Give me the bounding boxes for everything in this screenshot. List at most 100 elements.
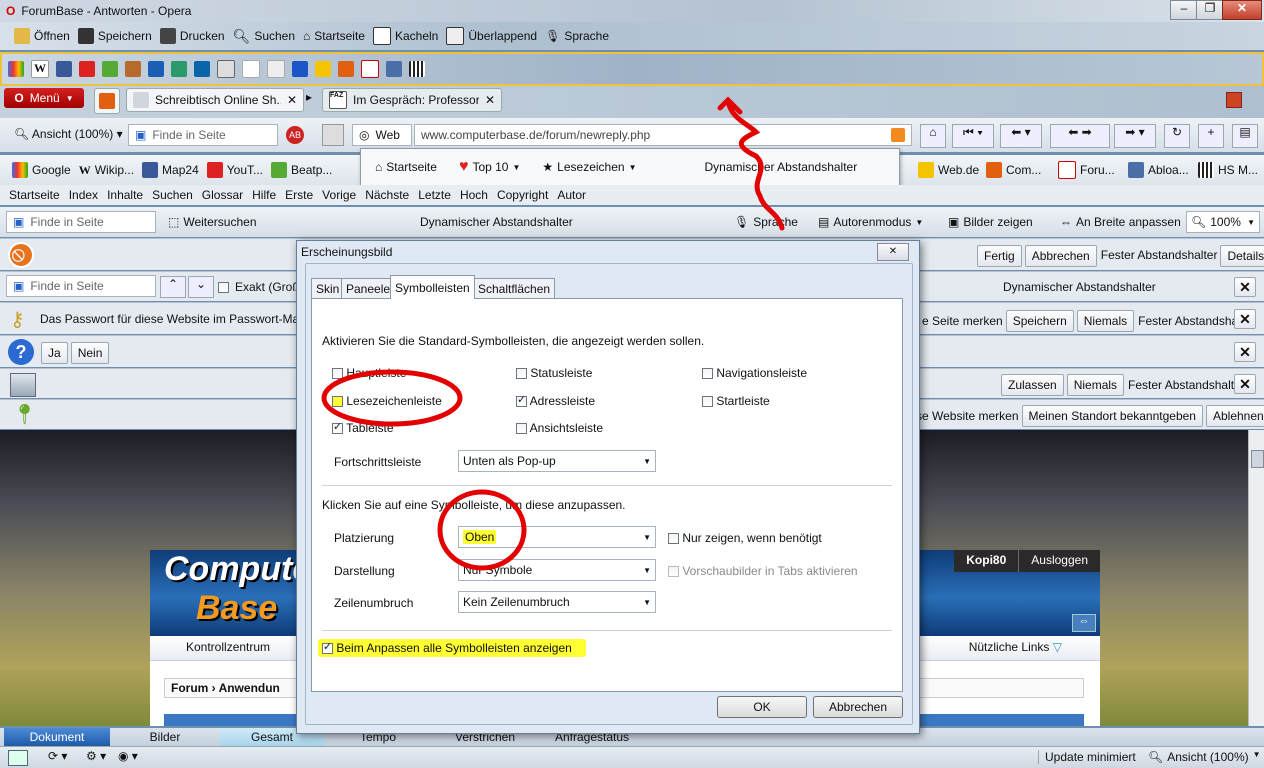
continue-search-button[interactable]: ⬚ Weitersuchen — [164, 212, 261, 232]
wikipedia-icon[interactable]: W — [31, 60, 49, 78]
bookmark-map24[interactable]: Map24 — [138, 160, 203, 180]
tab-skin[interactable]: Skin — [311, 278, 345, 299]
tab-images[interactable]: Bilder — [112, 728, 218, 746]
nav-link[interactable]: Autor — [557, 188, 586, 202]
panel-toggle-icon[interactable] — [8, 750, 28, 766]
checkbox[interactable] — [516, 423, 527, 435]
check-only-needed[interactable]: Nur zeigen, wenn benötigt — [668, 531, 822, 545]
bookmark-beatport[interactable]: Beatp... — [267, 160, 336, 180]
search-button[interactable]: 🔍︎ Suchen — [229, 26, 299, 46]
network-icon[interactable]: ⚙ ▾ — [86, 749, 106, 763]
fit-width-button[interactable]: ⇔ An Breite anpassen — [1056, 212, 1185, 232]
rss-icon[interactable] — [891, 128, 905, 142]
checkbox[interactable] — [702, 368, 713, 380]
save-button[interactable]: Speichern — [74, 26, 156, 46]
author-mode-button[interactable]: ▤ Autorenmodus ▼ — [814, 212, 927, 232]
status-view-menu[interactable]: 🔍︎ Ansicht (100%) ▼ — [1148, 750, 1261, 764]
check-view-bar[interactable]: Ansichtsleiste — [516, 421, 603, 435]
nav-link[interactable]: Suchen — [152, 188, 193, 202]
sync-icon[interactable]: ⟳ ▾ — [48, 749, 67, 763]
checkbox[interactable] — [516, 393, 527, 408]
tab-buttons[interactable]: Schaltflächen — [473, 278, 556, 299]
popup-top10[interactable]: ♥ Top 10 ▼ — [455, 157, 524, 177]
trash-tabs-icon[interactable] — [1226, 92, 1242, 108]
find-bar-2-input[interactable]: ▣ Finde in Seite — [6, 275, 156, 297]
grid-icon[interactable] — [409, 61, 425, 77]
transfer-icon[interactable] — [125, 61, 141, 77]
view-menu-button[interactable]: 🔍︎ Ansicht (100%) ▾ — [14, 127, 123, 141]
webde-icon[interactable] — [315, 61, 331, 77]
bookmark-forum[interactable]: Foru... — [1054, 160, 1119, 180]
ebay-icon[interactable] — [242, 60, 260, 78]
logout-link[interactable]: Ausloggen — [1018, 550, 1100, 572]
home-icon[interactable]: ⌂ — [920, 124, 946, 148]
show-images-button[interactable]: ▣ Bilder zeigen — [944, 212, 1037, 232]
computerbase-icon[interactable] — [338, 61, 354, 77]
no-button[interactable]: Nein — [70, 342, 110, 364]
search-engine-select[interactable]: ◎ Web — [352, 124, 412, 146]
close-icon[interactable]: ✕ — [1234, 277, 1256, 297]
check-tab-bar[interactable]: Tableiste — [332, 420, 394, 435]
x-icon[interactable] — [148, 61, 164, 77]
close-icon[interactable]: ✕ — [1234, 342, 1256, 362]
checkbox[interactable] — [516, 368, 527, 380]
euro-icon[interactable] — [194, 61, 210, 77]
tab-1[interactable]: Schreibtisch Online Sh... ✕ — [126, 88, 304, 112]
details-button[interactable]: Details... — [1220, 245, 1264, 267]
share-location-button[interactable]: Meinen Standort bekanntgeben — [1021, 405, 1203, 427]
check-start-bar[interactable]: Startleiste — [702, 394, 770, 408]
cancel-button[interactable]: Abbrechen — [1024, 245, 1097, 267]
tab-document[interactable]: Dokument — [4, 728, 110, 746]
close-icon[interactable]: ✕ — [877, 243, 909, 261]
nav-link[interactable]: Erste — [285, 188, 313, 202]
close-icon[interactable]: ✕ — [1234, 309, 1256, 329]
g-icon[interactable] — [292, 61, 308, 77]
check-status-bar[interactable]: Statusleiste — [516, 366, 592, 380]
speed-dial-tab[interactable] — [94, 88, 120, 114]
print-button[interactable]: Drucken — [156, 26, 229, 46]
scroll-thumb[interactable] — [1251, 450, 1264, 468]
youtube-icon[interactable] — [79, 61, 95, 77]
popup-bookmarks[interactable]: ★ Lesezeichen ▼ — [538, 157, 640, 177]
bookmark-computerbase[interactable]: Com... — [982, 160, 1045, 180]
popup-home[interactable]: ⌂ Startseite — [371, 157, 441, 177]
close-icon[interactable]: ✕ — [287, 93, 297, 107]
zoom-select[interactable]: 🔍︎ 100% ▼ — [1186, 211, 1260, 233]
never-button[interactable]: Niemals — [1066, 374, 1125, 396]
update-status[interactable]: Update minimiert — [1038, 750, 1136, 764]
scrollbar[interactable] — [1248, 430, 1264, 726]
nav-link[interactable]: Nächste — [365, 188, 409, 202]
turbo-icon[interactable]: ◉ ▾ — [118, 749, 138, 763]
open-button[interactable]: Öffnen — [10, 26, 74, 46]
bookmark-hsm[interactable]: HS M... — [1194, 160, 1262, 180]
checkbox[interactable] — [702, 396, 713, 408]
add-icon[interactable]: + — [1198, 124, 1224, 148]
nav-link[interactable]: Glossar — [202, 188, 243, 202]
back-button[interactable]: ⬅ ▾ — [1000, 124, 1042, 148]
tab-2[interactable]: FAZ Im Gespräch: Professor... ✕ — [322, 88, 502, 112]
nav-link[interactable]: Vorige — [322, 188, 356, 202]
restore-button[interactable]: ❐ — [1196, 0, 1224, 20]
url-input[interactable]: www.computerbase.de/forum/newreply.php — [414, 124, 912, 146]
minimize-button[interactable]: – — [1170, 0, 1198, 20]
done-button[interactable]: Fertig — [977, 245, 1022, 267]
cascade-button[interactable]: Überlappend — [442, 26, 541, 46]
heise-icon[interactable] — [361, 60, 379, 78]
phone-icon[interactable] — [217, 60, 235, 78]
resize-icon[interactable]: ⇔ — [1072, 614, 1096, 632]
allow-button[interactable]: Zulassen — [1001, 374, 1064, 396]
bookmark-icon[interactable]: ▤ — [1232, 124, 1258, 148]
never-button[interactable]: Niemals — [1076, 310, 1135, 332]
checkbox[interactable] — [218, 281, 229, 293]
nav-link[interactable]: Inhalte — [107, 188, 143, 202]
control-center-link[interactable]: Kontrollzentrum — [186, 640, 270, 654]
person-icon[interactable] — [386, 61, 402, 77]
useful-links-menu[interactable]: Nützliche Links ▽ — [969, 640, 1062, 654]
forward-button[interactable]: ➡ ▾ — [1114, 124, 1156, 148]
menu-button[interactable]: O Menü ▼ — [4, 88, 84, 108]
close-icon[interactable]: ✕ — [1234, 374, 1256, 394]
cancel-button[interactable]: Abbrechen — [813, 696, 903, 718]
check-address-bar[interactable]: Adressleiste — [516, 393, 595, 408]
tab-toolbars[interactable]: Symbolleisten — [390, 275, 475, 299]
breadcrumb-forum[interactable]: Forum — [171, 681, 208, 695]
